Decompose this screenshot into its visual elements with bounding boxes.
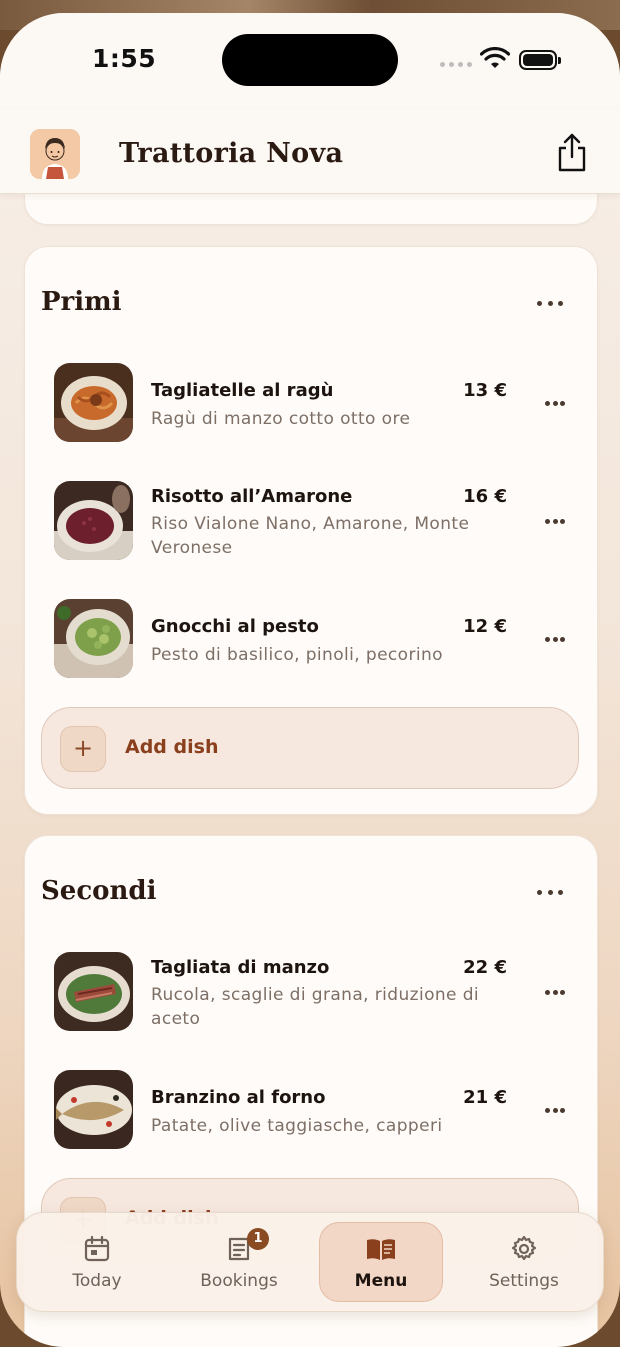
dish-photo <box>54 599 133 678</box>
dish-more-icon[interactable] <box>545 634 565 644</box>
add-dish-label: Add dish <box>125 736 219 758</box>
section-more-icon[interactable] <box>537 298 563 308</box>
section-title: Secondi <box>41 876 157 906</box>
phone-screen: 1:55 Trattoria Nova Primi Tagliatelle al… <box>0 13 620 1347</box>
app-title: Trattoria Nova <box>119 138 344 169</box>
tab-label: Settings <box>489 1271 559 1291</box>
dish-price: 12 € <box>463 616 507 637</box>
section-card-primi: Primi Tagliatelle al ragù 13 € Ragù di m… <box>24 246 598 815</box>
section-more-icon[interactable] <box>537 887 563 897</box>
battery-icon <box>519 50 561 70</box>
add-dish-button[interactable]: + Add dish <box>41 707 579 789</box>
dish-name: Gnocchi al pesto <box>151 616 319 637</box>
dish-more-icon[interactable] <box>545 1105 565 1115</box>
dish-more-icon[interactable] <box>545 398 565 408</box>
dish-name: Tagliatelle al ragù <box>151 380 334 401</box>
chef-avatar-icon[interactable] <box>30 129 80 179</box>
dish-name: Branzino al forno <box>151 1087 326 1108</box>
dish-photo <box>54 363 133 442</box>
dish-description: Pesto di basilico, pinoli, pecorino <box>151 645 443 665</box>
tab-label: Bookings <box>200 1271 278 1291</box>
dish-description: Ragù di manzo cotto otto ore <box>151 409 411 429</box>
dish-price: 21 € <box>463 1087 507 1108</box>
tab-settings[interactable]: Settings <box>462 1213 586 1311</box>
notification-badge: 1 <box>247 1228 269 1250</box>
tab-menu[interactable]: Menu <box>319 1213 443 1311</box>
dish-price: 13 € <box>463 380 507 401</box>
share-icon[interactable] <box>552 131 592 175</box>
dish-description: Riso Vialone Nano, Amarone, Monte Verone… <box>151 514 470 558</box>
status-time: 1:55 <box>92 44 157 73</box>
app-header: Trattoria Nova <box>0 109 620 194</box>
dish-price: 16 € <box>463 486 507 507</box>
dish-photo <box>54 1070 133 1149</box>
dynamic-island <box>222 34 398 86</box>
calendar-icon <box>84 1235 110 1262</box>
gear-icon <box>511 1235 537 1261</box>
dish-more-icon[interactable] <box>545 987 565 997</box>
cellular-signal-icon <box>440 62 472 67</box>
dish-more-icon[interactable] <box>545 516 565 526</box>
tab-bookings[interactable]: 1 Bookings <box>177 1213 301 1311</box>
dish-price: 22 € <box>463 957 507 978</box>
dish-description: Patate, olive taggiasche, capperi <box>151 1116 443 1136</box>
menu-book-icon <box>367 1239 395 1260</box>
plus-icon: + <box>60 726 106 772</box>
tab-label: Menu <box>354 1271 408 1291</box>
dish-name: Risotto all’Amarone <box>151 486 353 507</box>
dish-description: Rucola, scaglie di grana, riduzione di a… <box>151 985 480 1029</box>
dish-photo <box>54 952 133 1031</box>
wifi-icon <box>480 47 510 68</box>
status-bar: 1:55 <box>0 13 620 109</box>
dish-name: Tagliata di manzo <box>151 957 330 978</box>
dish-photo <box>54 481 133 560</box>
section-title: Primi <box>41 287 122 317</box>
tab-today[interactable]: Today <box>35 1213 159 1311</box>
tab-label: Today <box>72 1271 122 1291</box>
tab-bar: Today 1 Bookings Menu Settings <box>16 1212 604 1312</box>
